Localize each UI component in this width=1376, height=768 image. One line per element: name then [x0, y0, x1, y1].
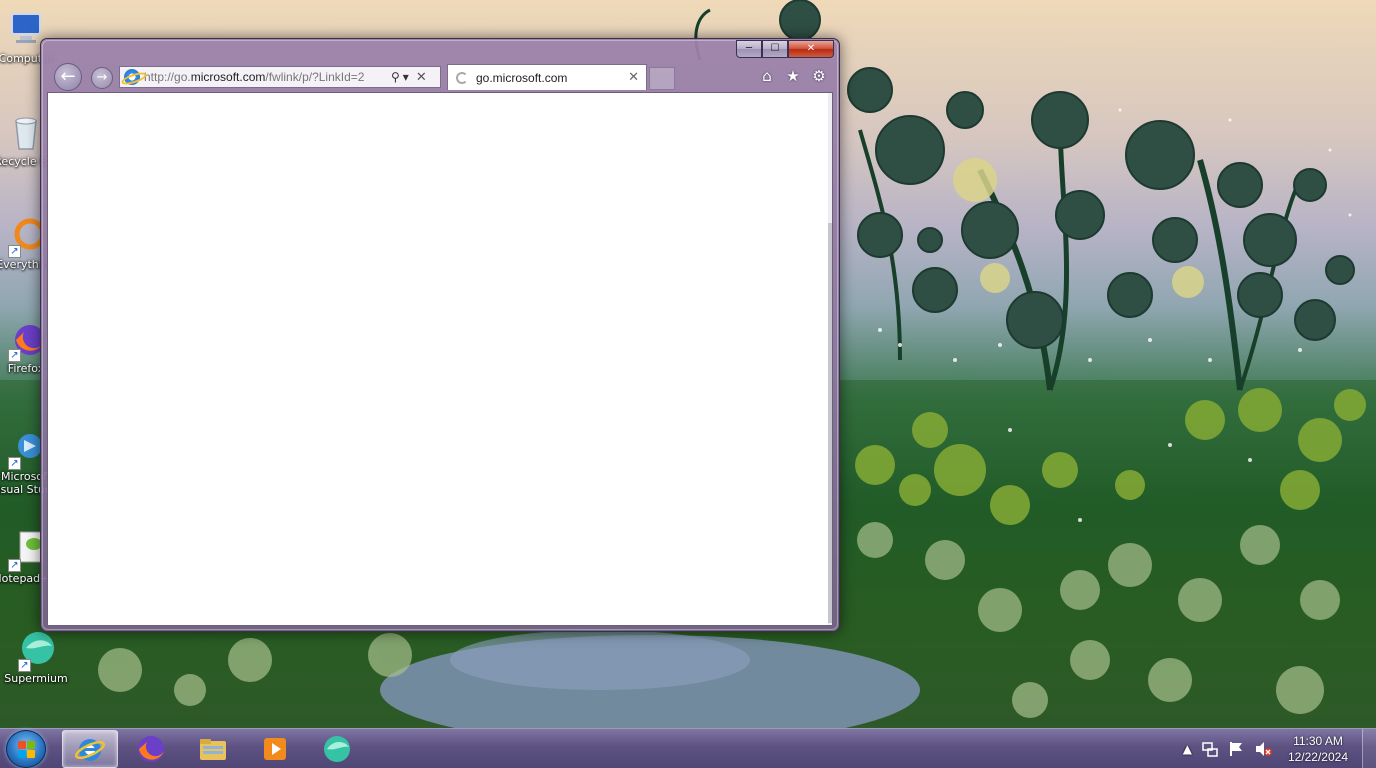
windows-logo-icon — [18, 741, 36, 759]
shortcut-arrow-icon: ↗ — [18, 659, 31, 672]
supermium-icon — [324, 736, 350, 762]
tab-title: go.microsoft.com — [476, 70, 568, 85]
dropdown-arrow-icon[interactable]: ▾ — [403, 70, 409, 84]
flag-icon[interactable] — [1228, 741, 1244, 757]
start-button[interactable] — [6, 730, 46, 768]
clock[interactable]: 11:30 AM 12/22/2024 — [1288, 733, 1348, 765]
url-suffix: /fwlink/p/?LinkId=2 — [265, 70, 365, 84]
favorites-star-icon[interactable]: ★ — [783, 66, 803, 86]
browser-window[interactable]: ─ ☐ ✕ ← → http://go.microsoft.com/fwlink… — [40, 38, 840, 632]
tab-close-button[interactable]: ✕ — [628, 70, 639, 85]
page-content-area[interactable] — [47, 92, 833, 626]
taskbar-windows-explorer[interactable] — [186, 730, 242, 768]
taskbar-firefox[interactable] — [124, 730, 180, 768]
home-icon[interactable]: ⌂ — [757, 66, 777, 86]
supermium-icon: ↗ — [16, 630, 56, 672]
forward-button[interactable]: → — [91, 67, 113, 89]
taskbar: ▲ 11:30 AM 12/22/2024 — [0, 728, 1376, 768]
window-caption-buttons: ─ ☐ ✕ — [736, 40, 834, 58]
show-desktop-button[interactable] — [1362, 729, 1376, 768]
new-tab-button[interactable] — [649, 67, 675, 90]
clock-date: 12/22/2024 — [1287, 750, 1348, 764]
media-player-icon — [264, 738, 286, 760]
url-domain: microsoft.com — [190, 70, 266, 84]
url-text[interactable]: http://go.microsoft.com/fwlink/p/?LinkId… — [144, 70, 388, 84]
scrollbar-thumb[interactable] — [828, 223, 832, 623]
shortcut-arrow-icon: ↗ — [8, 349, 21, 362]
folder-icon — [200, 739, 226, 760]
taskbar-supermium[interactable] — [310, 730, 366, 768]
clock-time: 11:30 AM — [1293, 734, 1343, 748]
desktop-icon-label: Supermium — [4, 672, 68, 685]
network-icon[interactable] — [1202, 741, 1218, 757]
close-button[interactable]: ✕ — [788, 40, 834, 58]
volume-muted-icon[interactable] — [1254, 741, 1272, 757]
vertical-scrollbar[interactable] — [828, 93, 832, 625]
loading-spinner-icon — [456, 71, 468, 84]
settings-gear-icon[interactable]: ⚙ — [809, 66, 829, 86]
system-tray: ▲ 11:30 AM 12/22/2024 — [1183, 729, 1348, 768]
navigation-bar: ← → http://go.microsoft.com/fwlink/p/?Li… — [49, 63, 835, 91]
shortcut-arrow-icon: ↗ — [8, 245, 21, 258]
site-favicon-icon — [124, 69, 140, 85]
shortcut-arrow-icon: ↗ — [8, 559, 21, 572]
minimize-button[interactable]: ─ — [736, 40, 762, 58]
search-icon[interactable]: ⚲ — [391, 70, 400, 84]
url-prefix: http://go. — [144, 70, 191, 84]
stop-button[interactable]: ✕ — [416, 70, 427, 85]
address-bar[interactable]: http://go.microsoft.com/fwlink/p/?LinkId… — [119, 66, 441, 88]
taskbar-internet-explorer[interactable] — [62, 730, 118, 768]
back-button[interactable]: ← — [54, 63, 82, 91]
maximize-button[interactable]: ☐ — [762, 40, 788, 58]
firefox-icon — [138, 736, 164, 762]
desktop-icon-supermium[interactable]: ↗ Supermium — [0, 630, 74, 685]
show-hidden-icons-button[interactable]: ▲ — [1183, 742, 1192, 756]
browser-toolbar-icons: ⌂ ★ ⚙ — [757, 66, 829, 86]
taskbar-media-player[interactable] — [248, 730, 304, 768]
shortcut-arrow-icon: ↗ — [8, 457, 21, 470]
tab-go-microsoft[interactable]: go.microsoft.com ✕ — [447, 64, 647, 90]
internet-explorer-icon — [75, 739, 105, 761]
